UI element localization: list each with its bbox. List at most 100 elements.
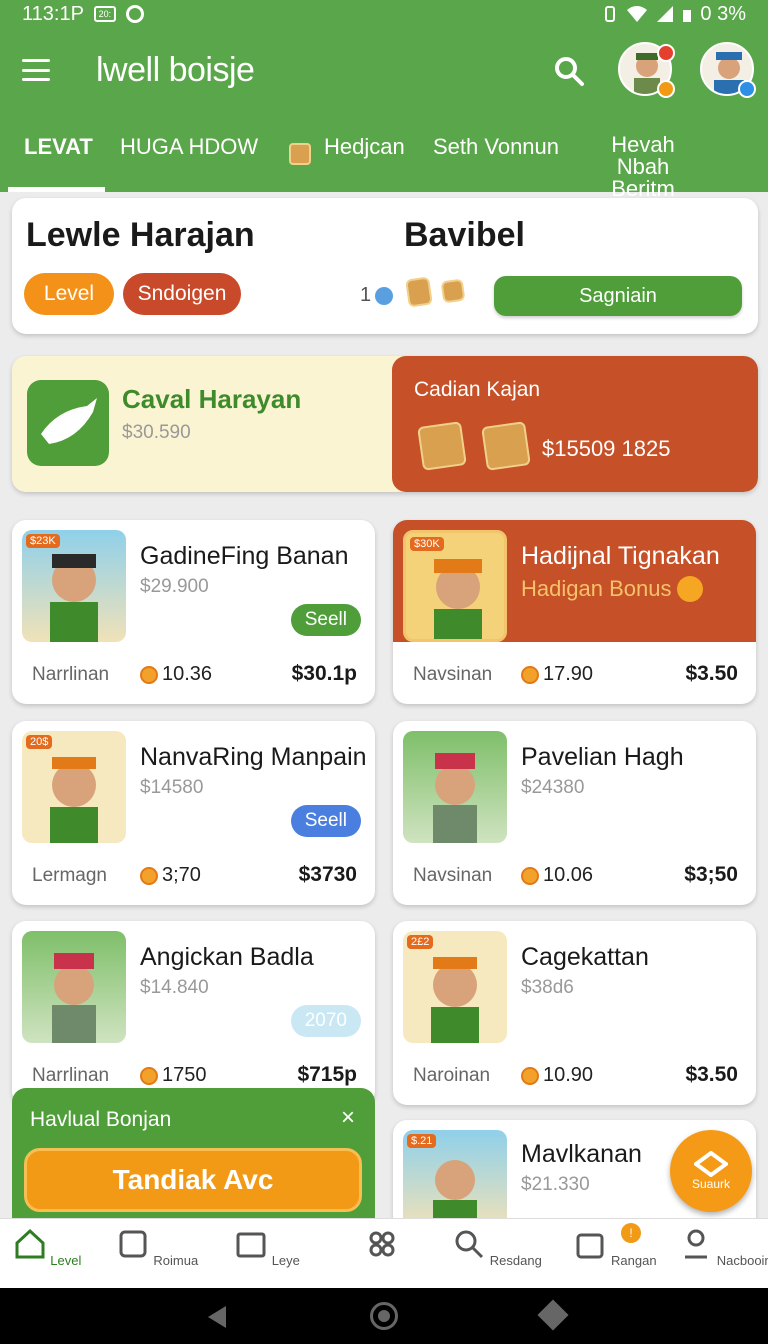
coin-icon <box>140 1066 158 1085</box>
tab-hedjcan[interactable]: Hedjcan <box>324 134 405 160</box>
game-bonus: Hadigan Bonus <box>521 576 704 602</box>
game-card[interactable]: $23K GadineFing Banan $29.900 Seell Narr… <box>12 520 375 704</box>
game-price: $29.900 <box>140 576 209 597</box>
coin-icon <box>521 1066 539 1085</box>
coin-icon <box>140 866 158 885</box>
tandiak-button[interactable]: Tandiak Avc <box>24 1148 362 1212</box>
game-title: NanvaRing Manpain <box>140 743 367 771</box>
search-fab-button[interactable]: Suaurk <box>670 1130 752 1212</box>
thumbnail-tag: $.21 <box>407 1134 437 1148</box>
game-thumbnail <box>403 731 507 843</box>
game-thumbnail <box>22 931 126 1043</box>
game-owner: Navsinan <box>413 664 493 685</box>
home-button-icon[interactable] <box>370 1302 398 1330</box>
game-card[interactable]: 20$ NanvaRing Manpain $14580 Seell Lerma… <box>12 721 375 905</box>
gift-icon <box>417 421 467 471</box>
search-icon[interactable] <box>552 54 586 88</box>
home-icon <box>15 1228 45 1259</box>
rangan-badge: ! <box>621 1223 641 1243</box>
game-title: Pavelian Hagh <box>521 743 684 771</box>
game-thumbnail: 2£2 <box>403 931 507 1043</box>
game-coins: 10.90 <box>521 1064 593 1087</box>
game-price: $38d6 <box>521 977 574 998</box>
recents-icon[interactable] <box>537 1299 569 1331</box>
game-owner: Navsinan <box>413 865 493 886</box>
plus-icon[interactable] <box>677 576 704 602</box>
gift-icon <box>440 278 466 304</box>
game-title: Mavlkanan <box>521 1140 642 1168</box>
game-owner: Lermagn <box>32 865 107 886</box>
back-icon[interactable] <box>208 1306 226 1328</box>
close-icon[interactable]: × <box>341 1104 355 1132</box>
game-card-featured[interactable]: $30K Hadijnal Tignakan Hadigan Bonus Nav… <box>393 520 756 704</box>
thumbnail-tag: 2£2 <box>407 935 434 949</box>
game-title: Angickan Badla <box>140 943 314 971</box>
tab-hevah-nbah[interactable]: Hevah Nbah Beritm <box>585 134 701 200</box>
bird-logo-icon <box>27 380 109 466</box>
price-badge[interactable]: 2070 <box>290 1005 361 1037</box>
profile-icon <box>685 1229 708 1259</box>
system-nav-bar <box>0 1288 768 1344</box>
menu-icon[interactable] <box>22 59 50 81</box>
coin-icon <box>140 665 158 684</box>
nav-item-nacbooinp[interactable]: Nacbooinp <box>679 1227 768 1268</box>
promo-left-amount: $30.590 <box>122 422 191 443</box>
status-bar: 113:1P 20: 0 3% <box>0 0 768 28</box>
battery-icon <box>683 10 692 22</box>
status-time: 113:1P <box>22 2 84 25</box>
game-coins: 1750 <box>140 1064 207 1087</box>
promo-banner[interactable]: Caval Harayan $30.590 Cadian Kajan $1550… <box>12 356 758 492</box>
nav-item-roimua[interactable]: Roimua <box>107 1227 207 1268</box>
bonus-notification: Havlual Bonjan × Tandiak Avc <box>12 1088 375 1218</box>
nav-item-rangan[interactable]: Rangan ! <box>565 1223 665 1268</box>
gift-icon <box>289 143 311 165</box>
tab-huga-hdow[interactable]: HUGA HDOW <box>120 134 258 160</box>
game-amount: $3.50 <box>685 1063 738 1086</box>
game-coins: 3;70 <box>140 864 201 887</box>
tab-bar: LEVAT HUGA HDOW Hedjcan Seth Vonnun Heva… <box>0 112 768 200</box>
tab-levat[interactable]: LEVAT <box>24 134 93 160</box>
coin-icon <box>521 866 539 885</box>
signal-icon <box>657 6 674 22</box>
promo-right-amount: $15509 1825 <box>542 436 671 461</box>
game-thumbnail: $23K <box>22 530 126 642</box>
fab-label: Suaurk <box>691 1177 731 1191</box>
coin-icon <box>521 665 539 684</box>
wifi-icon <box>627 6 648 22</box>
diamond-icon <box>694 1151 728 1177</box>
game-thumbnail: $30K <box>403 530 507 642</box>
game-thumbnail: $.21 <box>403 1130 507 1230</box>
level-pill[interactable]: Level <box>24 273 114 315</box>
promo-right: Cadian Kajan $15509 1825 <box>392 356 758 492</box>
status-box-icon: 20: <box>93 6 116 22</box>
sell-button[interactable]: Seell <box>290 805 361 837</box>
promo-left: Caval Harayan $30.590 <box>12 356 432 492</box>
game-coins: 17.90 <box>521 663 593 686</box>
summary-title-right: Bavibel <box>404 216 525 254</box>
battery-percent: 0 3% <box>700 2 746 25</box>
tab-seth-vonnun[interactable]: Seth Vonnun <box>433 134 559 160</box>
game-amount: $30.1p <box>291 662 357 685</box>
bottom-nav: Level Roimua Leye Resdang Rangan ! Nacbo… <box>0 1218 768 1288</box>
gift-icon <box>405 276 433 308</box>
game-thumbnail: 20$ <box>22 731 126 843</box>
summary-title: Lewle Harajan <box>26 216 255 254</box>
game-amount: $715p <box>297 1063 357 1086</box>
game-card[interactable]: 2£2 Cagekattan $38d6 Naroinan 10.90 $3.5… <box>393 921 756 1105</box>
notification-badge <box>657 44 675 62</box>
gift-icon <box>481 421 531 471</box>
nav-item-resdang[interactable]: Resdang <box>447 1227 547 1268</box>
nav-item-level[interactable]: Level <box>0 1227 97 1268</box>
game-amount: $3730 <box>298 863 357 886</box>
promo-right-title: Cadian Kajan <box>414 378 541 401</box>
board-icon <box>236 1232 266 1258</box>
sell-button[interactable]: Seell <box>290 604 361 636</box>
game-card[interactable]: Angickan Badla $14.840 2070 Narrlinan 17… <box>12 921 375 1105</box>
game-price: $24380 <box>521 777 585 798</box>
game-card[interactable]: Pavelian Hagh $24380 Navsinan 10.06 $3;5… <box>393 721 756 905</box>
sndoigen-pill[interactable]: Sndoigen <box>123 273 241 315</box>
nav-item-apps[interactable] <box>332 1227 432 1268</box>
nav-item-leye[interactable]: Leye <box>217 1227 317 1268</box>
game-amount: $3.50 <box>685 662 738 685</box>
sagniain-button[interactable]: Sagniain <box>494 276 742 316</box>
